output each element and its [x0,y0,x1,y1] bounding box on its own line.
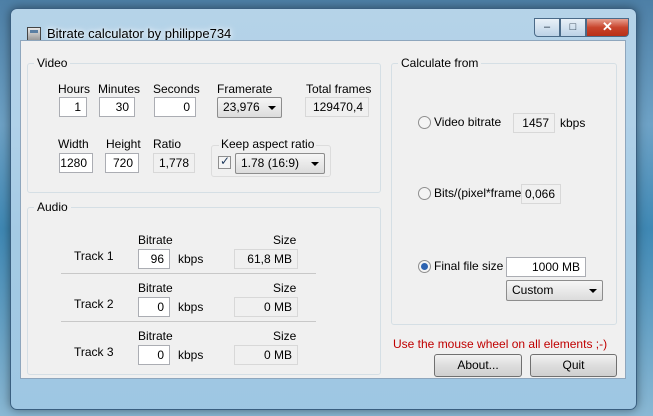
video-bitrate-field: 1457 [513,113,555,133]
track-size-field: 0 MB [234,345,298,365]
track-bitrate-label: Bitrate [138,281,173,295]
final-file-size-field[interactable]: 1000 MB [506,257,586,277]
track-divider [61,273,316,274]
track-name: Track 3 [74,345,114,359]
width-label: Width [58,137,89,151]
total-frames-field: 129470,4 [305,97,369,117]
height-field[interactable]: 720 [105,153,139,173]
seconds-label: Seconds [153,82,200,96]
keep-aspect-checkbox[interactable]: ✓ [218,154,231,169]
aspect-value: 1.78 (16:9) [241,156,300,170]
keep-aspect-label: Keep aspect ratio [219,137,317,151]
track-bitrate-field[interactable]: 0 [138,297,170,317]
quit-button[interactable]: Quit [530,354,617,377]
mouse-wheel-hint: Use the mouse wheel on all elements ;-) [393,337,608,351]
chevron-down-icon [589,289,597,293]
framerate-value: 23,976 [223,100,260,114]
track-size-label: Size [273,329,297,343]
title-bar[interactable]: Bitrate calculator by philippe734 – □ ✕ [11,9,636,41]
track-bitrate-label: Bitrate [138,233,173,247]
total-frames-label: Total frames [306,82,372,96]
video-bitrate-unit: kbps [560,116,586,130]
final-file-size-label: Final file size [434,259,504,273]
aspect-dropdown[interactable]: 1.78 (16:9) [235,153,325,174]
width-field[interactable]: 1280 [59,153,93,173]
video-bitrate-radio[interactable] [418,116,431,129]
chevron-down-icon [311,162,319,166]
bits-per-pixel-field: 0,066 [521,184,561,204]
chevron-down-icon [268,106,276,110]
size-preset-value: Custom [512,283,554,297]
track-bitrate-label: Bitrate [138,329,173,343]
maximize-button[interactable]: □ [560,18,586,37]
framerate-dropdown[interactable]: 23,976 [217,97,282,118]
kbps-label: kbps [178,300,204,314]
height-label: Height [106,137,141,151]
minutes-label: Minutes [98,82,141,96]
video-bitrate-label: Video bitrate [434,115,502,129]
track-bitrate-field[interactable]: 0 [138,345,170,365]
window-title: Bitrate calculator by philippe734 [47,26,232,41]
ratio-label: Ratio [153,137,182,151]
kbps-label: kbps [178,252,204,266]
minutes-field[interactable]: 30 [99,97,135,117]
close-button[interactable]: ✕ [586,18,629,37]
minimize-button[interactable]: – [534,18,560,37]
client-area: Video Hours 1 Minutes 30 Seconds 0 Frame… [20,40,626,379]
size-preset-dropdown[interactable]: Custom [506,280,603,301]
hours-field[interactable]: 1 [59,97,87,117]
track-size-field: 61,8 MB [234,249,298,269]
track-name: Track 1 [74,249,114,263]
calculator-icon [27,27,41,41]
kbps-label: kbps [178,348,204,362]
track-name: Track 2 [74,297,114,311]
check-icon: ✓ [220,154,231,168]
hours-label: Hours [58,82,91,96]
audio-group-label: Audio [34,200,71,214]
track-divider [61,321,316,322]
bits-per-pixel-label: Bits/(pixel*frame) [434,186,526,200]
bits-per-pixel-radio[interactable] [418,187,431,200]
ratio-field: 1,778 [153,153,195,173]
final-file-size-radio[interactable] [418,260,431,273]
seconds-field[interactable]: 0 [154,97,196,117]
track-size-label: Size [273,281,297,295]
track-size-label: Size [273,233,297,247]
calculate-group-label: Calculate from [398,56,482,70]
framerate-label: Framerate [217,82,273,96]
track-size-field: 0 MB [234,297,298,317]
track-bitrate-field[interactable]: 96 [138,249,170,269]
about-button[interactable]: About... [434,354,522,377]
video-group-label: Video [34,56,71,70]
